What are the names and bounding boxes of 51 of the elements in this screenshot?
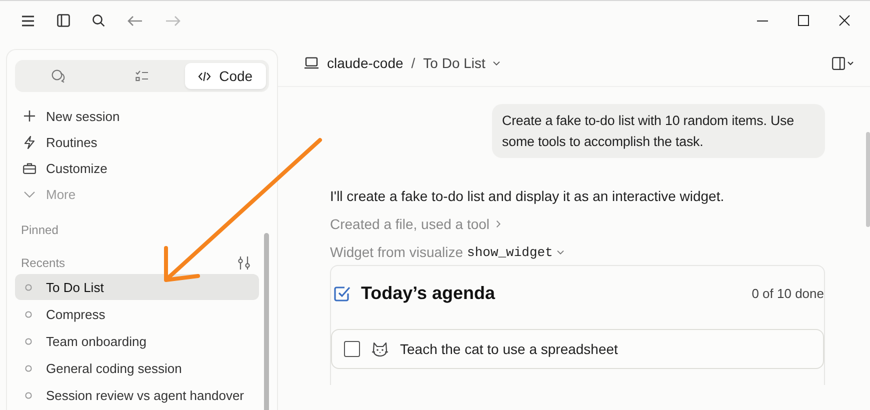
sidebar-toggle-icon[interactable] bbox=[57, 14, 70, 27]
checklist-icon bbox=[134, 70, 149, 82]
project-name[interactable]: claude-code bbox=[327, 55, 404, 71]
section-heading: Recents bbox=[20, 256, 66, 270]
circle-icon bbox=[25, 338, 32, 344]
briefcase-icon bbox=[23, 162, 36, 174]
session-item[interactable]: Session review vs agent handover bbox=[15, 382, 259, 408]
search-icon[interactable] bbox=[92, 14, 105, 27]
filter-sliders-icon[interactable] bbox=[237, 256, 251, 270]
todo-text: Teach the cat to use a spreadsheet bbox=[400, 341, 618, 357]
back-arrow-icon[interactable] bbox=[127, 14, 143, 26]
code-tab[interactable]: Code bbox=[184, 63, 266, 89]
minimize-icon[interactable] bbox=[757, 20, 768, 22]
cat-face-icon bbox=[372, 342, 388, 356]
plus-icon bbox=[23, 110, 36, 122]
session-item[interactable]: Team onboarding bbox=[15, 328, 259, 354]
circle-icon bbox=[25, 284, 32, 290]
maximize-icon[interactable] bbox=[798, 15, 809, 26]
session-item[interactable]: To Do List bbox=[15, 274, 259, 300]
chevron-down-icon[interactable] bbox=[556, 250, 564, 254]
checkbox[interactable] bbox=[344, 341, 360, 357]
assistant-message: I'll create a fake to-do list and display it as an interactive widget. bbox=[330, 188, 726, 204]
close-icon[interactable] bbox=[839, 15, 850, 26]
widget-title: Today’s agenda bbox=[361, 282, 496, 304]
chevron-right-icon bbox=[496, 220, 501, 228]
nav-item[interactable]: Customize bbox=[15, 155, 269, 181]
speech-bubbles-icon bbox=[51, 69, 66, 83]
circle-icon bbox=[25, 364, 32, 372]
session-title[interactable]: To Do List bbox=[423, 55, 486, 71]
breadcrumb-separator: / bbox=[411, 55, 416, 71]
progress-count: 0 of 10 done bbox=[752, 286, 824, 300]
scrollbar[interactable] bbox=[866, 132, 870, 227]
session-item[interactable]: General coding session bbox=[15, 355, 259, 381]
circle-icon bbox=[25, 310, 32, 318]
section-heading: Pinned bbox=[20, 222, 60, 239]
laptop-icon bbox=[304, 57, 319, 69]
session-item[interactable]: Compress bbox=[15, 301, 259, 327]
circle-icon bbox=[25, 392, 32, 398]
nav-item[interactable]: New session bbox=[15, 103, 269, 129]
code-icon bbox=[198, 70, 212, 82]
nav-item[interactable]: Routines bbox=[15, 129, 269, 155]
menu-icon[interactable] bbox=[21, 14, 35, 26]
user-message: Create a fake to-do list with 10 random items. Use some tools to accomplish the task. bbox=[492, 104, 825, 158]
panel-toggle-icon[interactable] bbox=[832, 56, 854, 70]
chevron-down-icon[interactable] bbox=[493, 60, 500, 66]
chevron-down-icon bbox=[23, 190, 36, 198]
widget-source-label: Widget from visualize bbox=[330, 244, 464, 260]
lightning-icon bbox=[23, 136, 36, 148]
tool-name: show_widget bbox=[467, 244, 553, 260]
checked-box-icon bbox=[334, 284, 351, 302]
scrollbar[interactable] bbox=[264, 233, 269, 410]
